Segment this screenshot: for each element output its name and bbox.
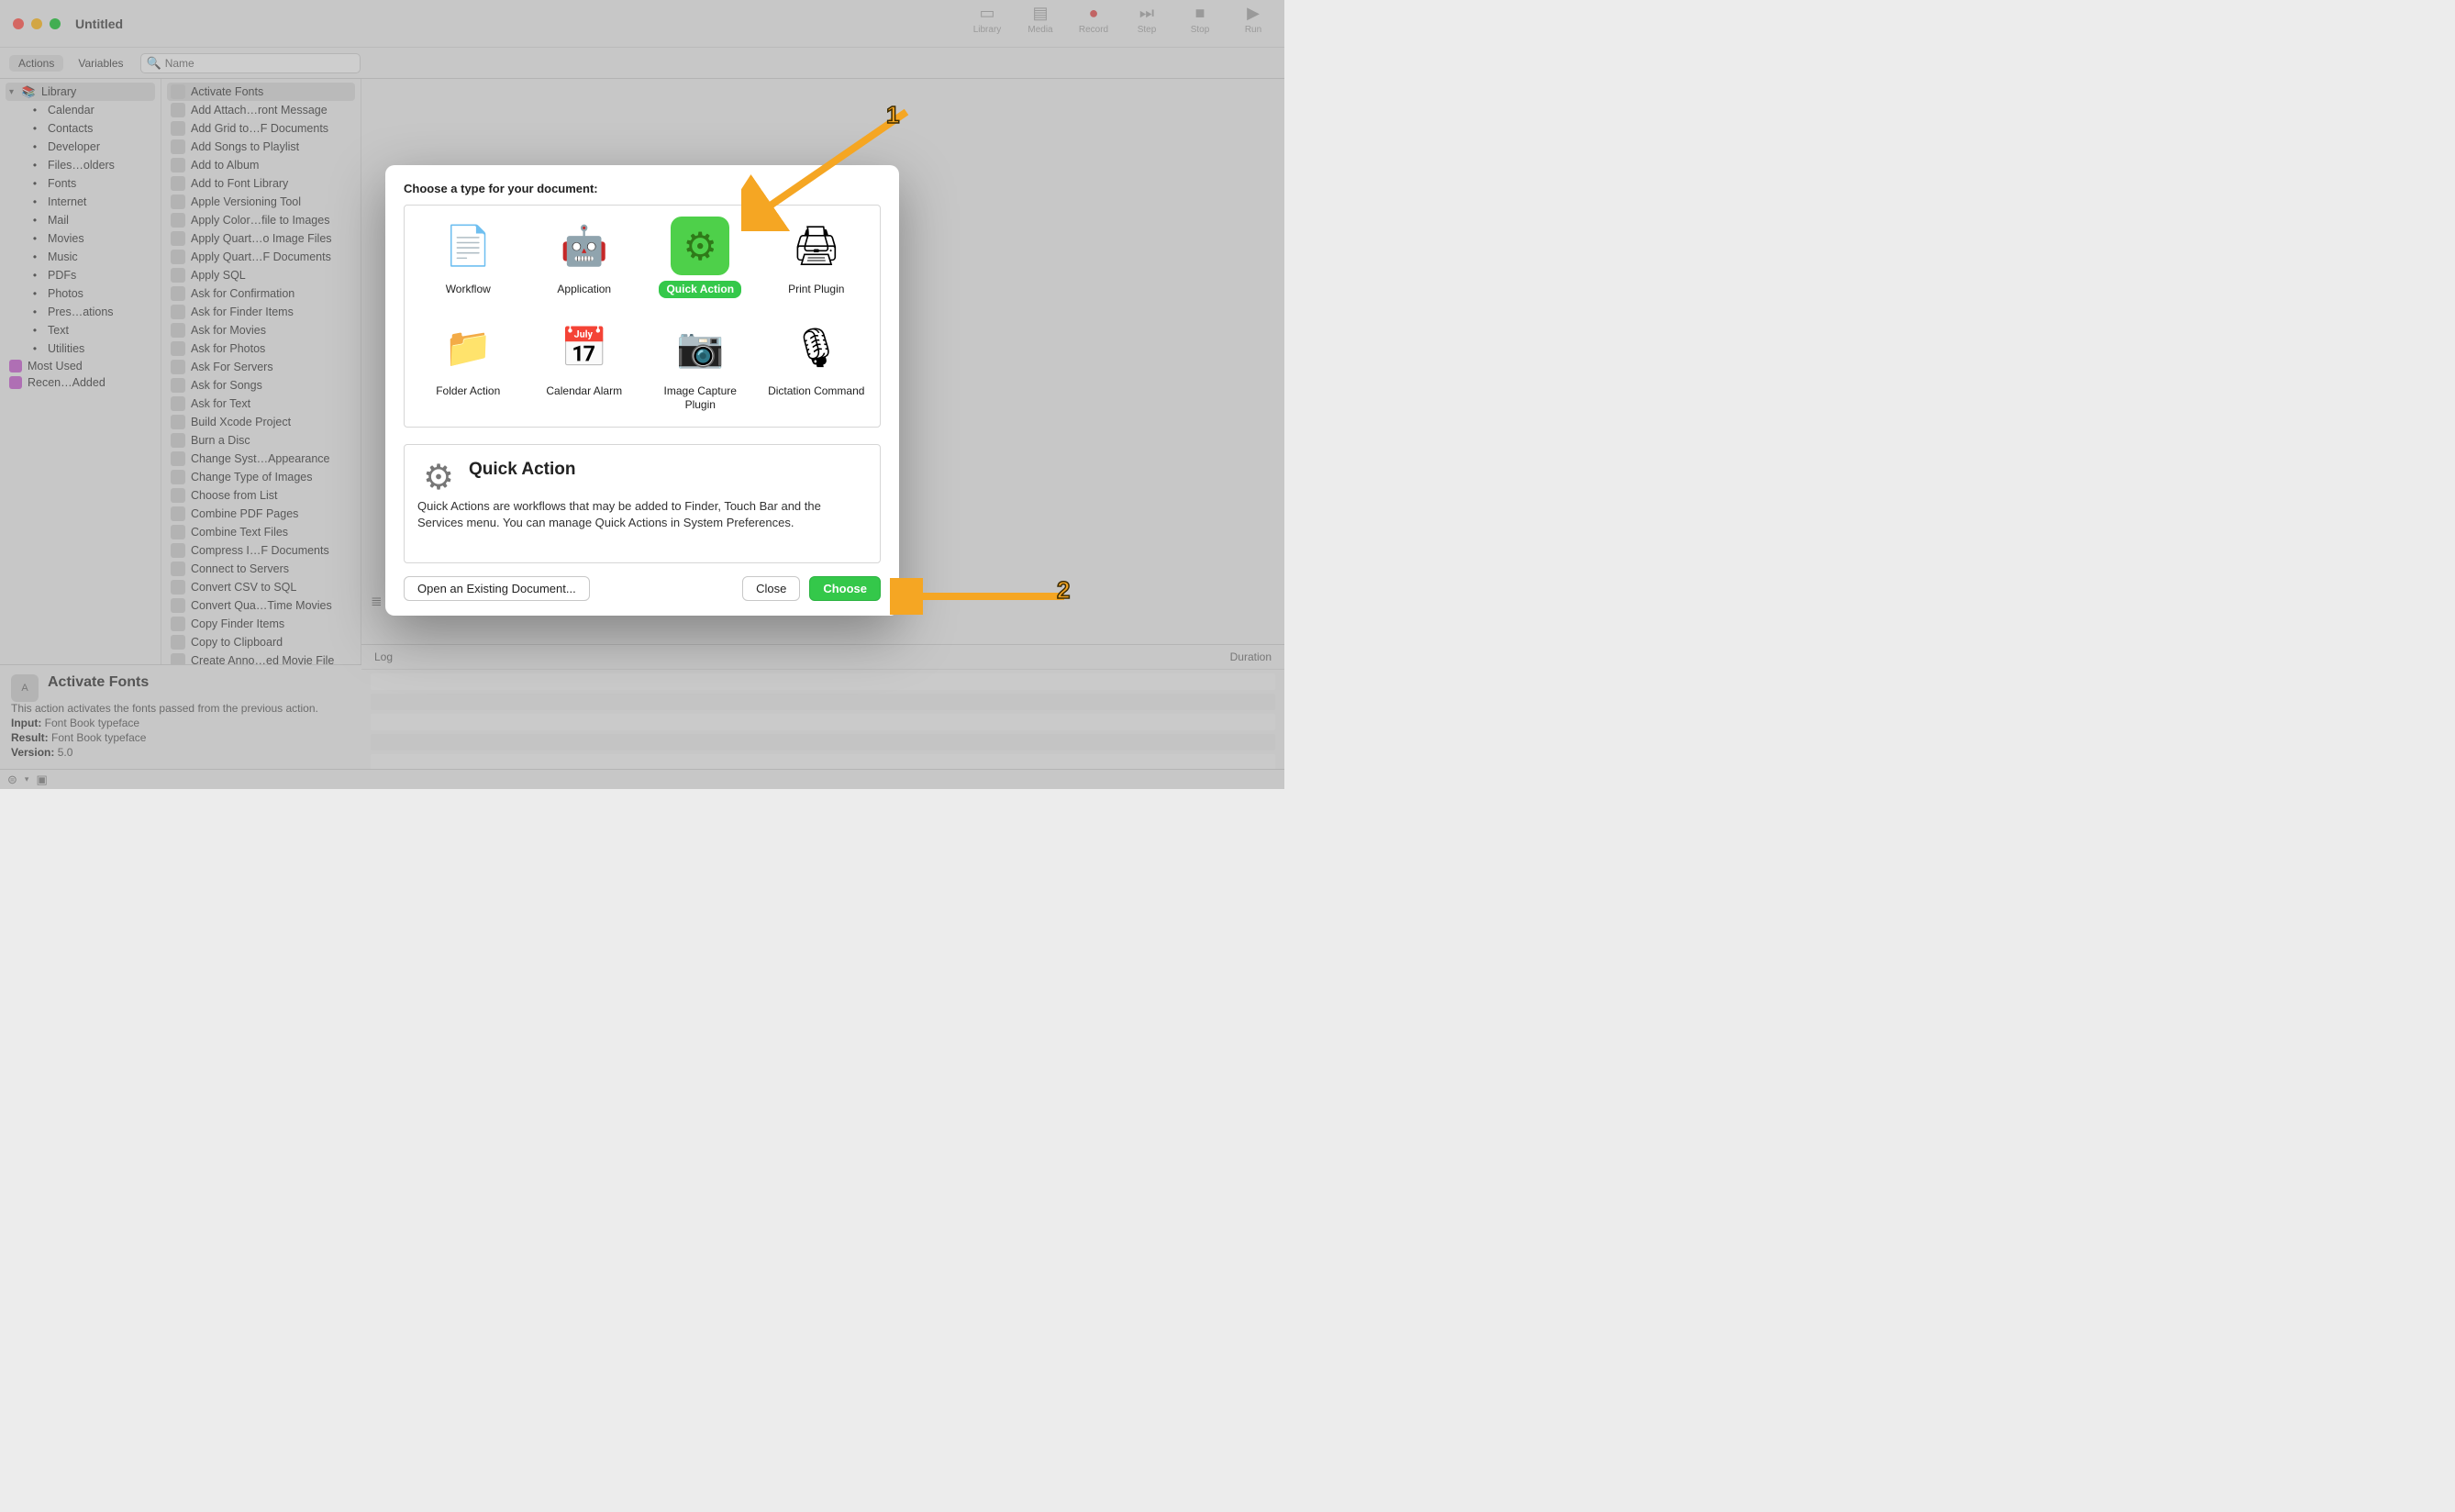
new-document-dialog: Choose a type for your document: 📄 Workf… xyxy=(385,165,899,616)
desc-body: Quick Actions are workflows that may be … xyxy=(417,498,867,531)
type-dictation-command[interactable]: 🎙 Dictation Command xyxy=(759,317,875,416)
type-calendar-alarm[interactable]: 📅 Calendar Alarm xyxy=(527,317,643,416)
label: Print Plugin xyxy=(781,281,851,298)
type-application[interactable]: 🤖 Application xyxy=(527,215,643,300)
microphone-icon: 🎙 xyxy=(787,318,846,377)
label: Calendar Alarm xyxy=(539,383,629,400)
label: Folder Action xyxy=(428,383,507,400)
label: Application xyxy=(550,281,618,298)
type-print-plugin[interactable]: 🖨 Print Plugin xyxy=(759,215,875,300)
printer-icon: 🖨 xyxy=(787,217,846,275)
quick-action-gear-icon: ⚙ xyxy=(671,217,729,275)
open-existing-button[interactable]: Open an Existing Document... xyxy=(404,576,590,601)
type-workflow[interactable]: 📄 Workflow xyxy=(410,215,527,300)
calendar-icon: 📅 xyxy=(555,318,614,377)
type-description-box: ⚙ Quick Action Quick Actions are workflo… xyxy=(404,444,881,563)
automator-app-icon: 🤖 xyxy=(555,217,614,275)
desc-title: Quick Action xyxy=(417,456,867,480)
dialog-heading: Choose a type for your document: xyxy=(404,182,881,195)
type-image-capture-plugin[interactable]: 📷 Image Capture Plugin xyxy=(642,317,759,416)
dialog-button-row: Open an Existing Document... Close Choos… xyxy=(404,576,881,601)
gear-icon: ⚙ xyxy=(417,456,460,498)
close-button[interactable]: Close xyxy=(742,576,800,601)
choose-button[interactable]: Choose xyxy=(809,576,881,601)
label: Workflow xyxy=(439,281,498,298)
type-quick-action[interactable]: ⚙ Quick Action xyxy=(642,215,759,300)
label: Dictation Command xyxy=(761,383,873,400)
folder-icon: 📁 xyxy=(439,318,497,377)
automator-window: Untitled ▭Library ▤Media ●Record ⏭Step ■… xyxy=(0,0,1284,789)
label: Image Capture Plugin xyxy=(644,383,757,414)
type-folder-action[interactable]: 📁 Folder Action xyxy=(410,317,527,416)
camera-icon: 📷 xyxy=(671,318,729,377)
document-type-grid: 📄 Workflow 🤖 Application ⚙ Quick Action … xyxy=(404,205,881,428)
label: Quick Action xyxy=(659,281,741,298)
workflow-file-icon: 📄 xyxy=(439,217,497,275)
